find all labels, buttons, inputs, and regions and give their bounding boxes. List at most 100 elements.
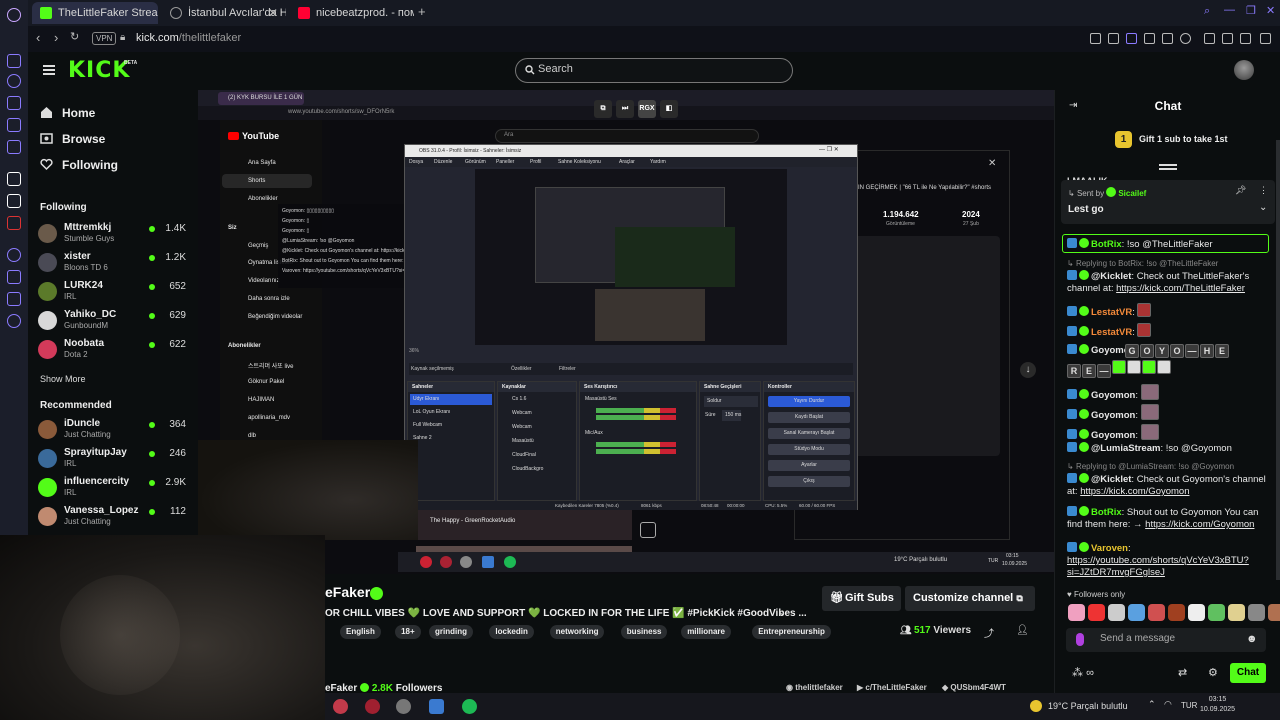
chat-username[interactable]: LestatVR xyxy=(1091,307,1132,318)
reload-icon[interactable]: ↻ xyxy=(70,30,79,43)
forward-icon[interactable]: › xyxy=(54,30,58,45)
add-user-icon[interactable]: 👤︎ xyxy=(1016,625,1029,636)
close-window-icon[interactable]: ✕ xyxy=(1266,4,1275,17)
customize-channel-button[interactable]: Customize channel ⧉ xyxy=(905,586,1035,611)
menu-icon[interactable] xyxy=(1260,33,1271,44)
box-icon[interactable] xyxy=(7,270,21,284)
sidebar-channel[interactable]: SprayitupJay IRL 246 xyxy=(38,447,188,473)
theater-icon[interactable]: ◧ xyxy=(660,100,678,118)
back-icon[interactable]: ‹ xyxy=(36,30,40,45)
tiktok-icon[interactable] xyxy=(7,172,21,186)
emote-picker-item-icon[interactable] xyxy=(1088,604,1105,621)
chat-message[interactable]: LestatVR: xyxy=(1067,323,1275,339)
search-input[interactable] xyxy=(538,63,778,75)
rgx-button[interactable]: RGX xyxy=(638,100,656,118)
close-icon[interactable]: ✕ xyxy=(268,2,278,24)
sidebar-channel[interactable]: Mttremkkj Stumble Guys 1.4K xyxy=(38,222,188,248)
x-icon[interactable] xyxy=(7,194,21,208)
emote-picker-item-icon[interactable] xyxy=(1068,604,1085,621)
nav-following[interactable]: Following xyxy=(40,158,118,172)
clock[interactable]: 03:15 10.09.2025 xyxy=(1200,695,1235,715)
tray-chevron-icon[interactable]: ⌃ xyxy=(1148,699,1156,710)
chat-input[interactable] xyxy=(1100,633,1240,644)
social-youtube[interactable]: ▶ c/TheLittleFaker xyxy=(857,683,927,692)
app-icon[interactable] xyxy=(7,216,21,230)
bookmark-icon[interactable] xyxy=(1090,33,1101,44)
stream-tag[interactable]: Entrepreneurship xyxy=(752,625,831,639)
nav-browse[interactable]: Browse xyxy=(40,132,105,146)
clock-icon[interactable] xyxy=(7,248,21,262)
sidebar-channel[interactable]: influencercity IRL 2.9K xyxy=(38,476,188,502)
url-field[interactable]: kick.com/thelittlefaker xyxy=(136,32,241,44)
share-icon[interactable]: ⤴ xyxy=(984,625,994,640)
vpn-badge[interactable]: VPN xyxy=(92,32,117,45)
emote-picker-item-icon[interactable] xyxy=(1228,604,1245,621)
chat-link[interactable]: https://kick.com/Goyomon xyxy=(1080,486,1189,497)
minimize-icon[interactable]: — xyxy=(1224,4,1235,16)
search-tabs-icon[interactable]: ⌕ xyxy=(1204,5,1210,18)
person-icon[interactable] xyxy=(7,96,21,110)
sidebar-channel[interactable]: LURK24 IRL 652 xyxy=(38,280,188,306)
search-box[interactable] xyxy=(515,58,793,83)
chat-username[interactable]: @Kicklet xyxy=(1091,474,1131,485)
drag-handle-icon[interactable] xyxy=(1159,164,1177,170)
chat-username[interactable]: Varoven xyxy=(1091,543,1128,554)
pinned-message[interactable]: ↳ Sent by Sicailef Lest go 📌︎ ⋮ ⌄ xyxy=(1061,180,1275,224)
chat-link[interactable]: https://kick.com/Goyomon xyxy=(1145,519,1254,530)
emote-picker-item-icon[interactable] xyxy=(1108,604,1125,621)
sidebar-channel[interactable]: Yahiko_DC GunboundM 629 xyxy=(38,309,188,335)
social-tiktok[interactable]: ◉ thelittlefaker xyxy=(786,683,843,692)
stream-tag[interactable]: English xyxy=(340,625,381,639)
lock-icon[interactable]: 🔒︎ xyxy=(120,32,125,43)
emote-picker-item-icon[interactable] xyxy=(1248,604,1265,621)
emote-picker-item-icon[interactable] xyxy=(1168,604,1185,621)
points-icon[interactable]: ⁂ ∞ xyxy=(1072,666,1094,679)
tab-news[interactable]: İstanbul Avcılar'da Ha ✕ xyxy=(162,2,286,24)
sidebar-channel[interactable]: Vanessa_Lopez Just Chatting 112 xyxy=(38,505,188,531)
stream-tag[interactable]: grinding xyxy=(429,625,473,639)
chat-username[interactable]: Goyomon xyxy=(1091,390,1135,401)
extensions-icon[interactable] xyxy=(7,292,21,306)
chat-message[interactable]: Goyomon: xyxy=(1067,404,1275,422)
stream-tag[interactable]: networking xyxy=(549,625,605,639)
chat-username[interactable]: BotRix xyxy=(1091,239,1122,250)
emoji-icon[interactable]: ☻ xyxy=(1246,633,1258,645)
settings-icon[interactable]: ⚙ xyxy=(1208,666,1218,679)
emote-picker-item-icon[interactable] xyxy=(1268,604,1280,621)
sidebar-channel[interactable]: xister Bloons TD 6 1.2K xyxy=(38,251,188,277)
puzzle-icon[interactable] xyxy=(1204,33,1215,44)
sidebar-channel[interactable]: Noobata Dota 2 622 xyxy=(38,338,188,364)
obs-icon[interactable] xyxy=(396,699,411,714)
show-more-link[interactable]: Show More xyxy=(40,374,86,384)
chevron-down-icon[interactable]: ⌄ xyxy=(778,607,786,618)
app-icon[interactable] xyxy=(365,699,380,714)
maximize-icon[interactable]: ❐ xyxy=(1246,4,1256,17)
chat-message[interactable]: @LumiaStream: !so @Goyomon xyxy=(1067,442,1275,455)
nav-home[interactable]: Home xyxy=(40,106,95,120)
chat-message[interactable]: Varoven: https://youtube.com/shorts/qVcY… xyxy=(1067,542,1275,579)
chat-username[interactable]: Goyomon xyxy=(1091,410,1135,421)
user-avatar[interactable] xyxy=(1234,60,1254,80)
stream-tag[interactable]: lockedin xyxy=(489,625,534,639)
heart-icon[interactable] xyxy=(1180,33,1191,44)
gift-subs-button[interactable]: 🎁︎ Gift Subs xyxy=(822,586,901,611)
chat-username[interactable]: @LumiaStream xyxy=(1091,443,1160,454)
chat-send-button[interactable]: Chat xyxy=(1230,663,1266,683)
play-icon[interactable] xyxy=(1162,33,1173,44)
stream-tag[interactable]: business xyxy=(620,625,668,639)
emote-picker-item-icon[interactable] xyxy=(1188,604,1205,621)
chat-input-box[interactable]: ☻ xyxy=(1066,628,1266,652)
wallet-icon[interactable] xyxy=(1222,33,1233,44)
pip-icon[interactable]: ⧉ xyxy=(594,100,612,118)
browser-logo-icon[interactable] xyxy=(7,8,21,22)
chat-message[interactable]: Goyomon: xyxy=(1067,424,1275,442)
chat-message[interactable]: @Kicklet: Check out TheLittleFaker's cha… xyxy=(1067,270,1275,295)
hamburger-menu-icon[interactable] xyxy=(43,65,55,75)
chat-message[interactable]: @Kicklet: Check out Goyomon's channel at… xyxy=(1067,473,1275,498)
tab-kick[interactable]: TheLittleFaker Stream - W xyxy=(32,2,158,24)
chat-app-icon[interactable] xyxy=(7,118,21,132)
chat-scrollbar[interactable] xyxy=(1276,140,1280,580)
language-indicator[interactable]: TUR xyxy=(1181,701,1197,710)
chat-message[interactable]: BotRix: Shout out to Goyomon You can fin… xyxy=(1067,506,1275,531)
chat-username[interactable]: LestatVR xyxy=(1091,327,1132,338)
